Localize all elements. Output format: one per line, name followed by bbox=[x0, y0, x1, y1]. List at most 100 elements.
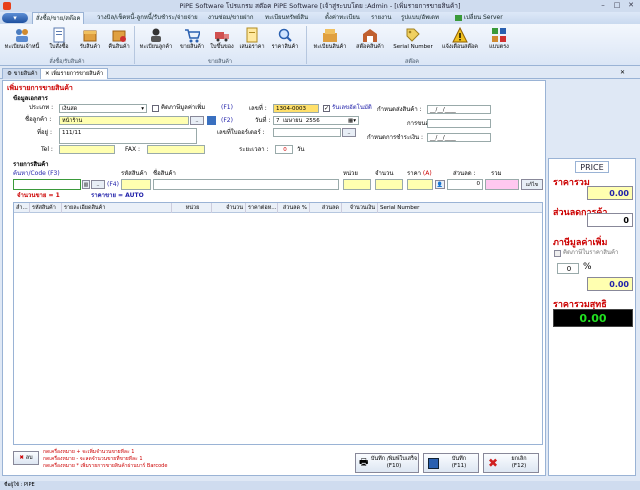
docno-field[interactable]: 1304-0003 bbox=[273, 104, 319, 113]
return-goods-button[interactable]: คืนสินค้า bbox=[105, 25, 133, 51]
menu-tab-server[interactable]: เปลี่ยน Server bbox=[452, 12, 506, 24]
stock-alert-button[interactable]: แจ้งเตือนสต๊อค bbox=[438, 25, 482, 51]
items-table[interactable]: ลำ... รหัสสินค้า รายละเอียดสินค้า หน่วย … bbox=[13, 202, 543, 445]
po-field[interactable] bbox=[273, 128, 341, 137]
table-header: ลำ... รหัสสินค้า รายละเอียดสินค้า หน่วย … bbox=[14, 203, 542, 213]
ship-date-field[interactable]: __/__/____ bbox=[427, 105, 491, 114]
col-header[interactable]: รายละเอียดสินค้า bbox=[62, 203, 172, 213]
price-header: PRICE bbox=[575, 161, 609, 173]
fax-field[interactable] bbox=[147, 145, 205, 154]
menu-tab-billing[interactable]: วางบิล/เช็คหนี้-ลูกหนี้/รับชำระ/จ่ายจ่าย bbox=[94, 12, 201, 24]
customer-add-icon[interactable] bbox=[207, 116, 216, 125]
payment-date-field[interactable]: __/__/____ bbox=[427, 133, 491, 142]
warehouse-icon bbox=[363, 29, 377, 42]
stock-button[interactable]: สต๊อคสินค้า bbox=[352, 25, 388, 51]
menu-tab-update[interactable]: รูปแบบ/อัพเดท bbox=[398, 12, 442, 24]
delete-line-button[interactable]: ✖ ลบ bbox=[13, 451, 39, 465]
discount-field[interactable]: 0 bbox=[447, 179, 483, 190]
sell-goods-button[interactable]: ขายสินค้า bbox=[178, 25, 206, 51]
purchase-order-button[interactable]: ใบสั่งซื้อ bbox=[44, 25, 74, 51]
auto-number-checkbox[interactable]: ✓ bbox=[323, 105, 330, 112]
menu-tab-stock[interactable]: สั่งซื้อ/ขาย/สต๊อค bbox=[32, 12, 85, 24]
save-button[interactable]: บันทึก (F11) bbox=[423, 453, 479, 473]
product-price-button[interactable]: ราคาสินค้า bbox=[268, 25, 302, 51]
tab-add-sale[interactable]: ✕ เพิ่มรายการขายสินค้า bbox=[40, 68, 109, 79]
price-field[interactable] bbox=[407, 179, 433, 190]
return-box-icon bbox=[112, 30, 126, 42]
menu-tab-settings[interactable]: ตั้งค่าทะเบียน bbox=[322, 12, 363, 24]
vat-rate-field[interactable]: 0 bbox=[557, 263, 579, 274]
price-person-icon[interactable]: 👤 bbox=[435, 180, 445, 189]
menu-tab-assets[interactable]: ทะเบียนทรัพย์สิน bbox=[262, 12, 311, 24]
serial-number-button[interactable]: Serial Number bbox=[390, 25, 436, 51]
gear-icon: ⚙ bbox=[7, 71, 12, 77]
product-register-button[interactable]: ทะเบียนสินค้า bbox=[310, 25, 350, 51]
po-lookup-button[interactable]: .. bbox=[342, 128, 356, 137]
shipping-field[interactable] bbox=[427, 119, 491, 128]
col-header[interactable]: รหัสสินค้า bbox=[30, 203, 62, 213]
product-name-field[interactable] bbox=[153, 179, 339, 190]
net-total-value: 0.00 bbox=[553, 309, 633, 327]
code-field[interactable] bbox=[121, 179, 151, 190]
close-document-icon[interactable]: ✕ bbox=[620, 69, 625, 76]
col-header[interactable]: ราคาต่อห... bbox=[246, 203, 278, 213]
search-input[interactable] bbox=[13, 179, 81, 190]
hint-minus: กดเครื่องหมาย - จะลดจำนวนขายที่ขายทีละ 1 bbox=[43, 456, 143, 462]
vat-checkbox[interactable] bbox=[152, 105, 159, 112]
close-tab-icon[interactable]: ✕ bbox=[45, 71, 50, 77]
docno-label: เลขที่ : bbox=[249, 105, 267, 112]
ship-date-label: กำหนดส่งสินค้า : bbox=[377, 106, 422, 113]
col-header[interactable]: จำนวนเงิน bbox=[342, 203, 378, 213]
payment-date-label: กำหนดการชำระเงิน : bbox=[367, 134, 424, 141]
menu-tab-reports[interactable]: รายงาน bbox=[368, 12, 395, 24]
price-mode: ราคาขาย = AUTO bbox=[91, 192, 144, 199]
document-icon bbox=[53, 27, 65, 43]
scan-icon[interactable]: ▥ bbox=[82, 180, 90, 189]
vat-included-checkbox[interactable] bbox=[554, 250, 561, 257]
edit-line-button[interactable]: แก้ไข bbox=[521, 179, 543, 190]
qty-label: จำนวน bbox=[375, 170, 394, 177]
warning-icon bbox=[452, 27, 468, 43]
col-header[interactable]: ลำ... bbox=[14, 203, 30, 213]
status-user: ชื่อผู้ใช้ : PIPE bbox=[4, 482, 35, 488]
tel-field[interactable] bbox=[59, 145, 115, 154]
code-label: รหัสสินค้า bbox=[121, 170, 147, 177]
period-unit: วัน bbox=[297, 146, 305, 153]
col-header[interactable]: หน่วย bbox=[172, 203, 212, 213]
tab-sell-goods[interactable]: ⚙ ขายสินค้า bbox=[2, 68, 43, 79]
unit-label: หน่วย bbox=[343, 170, 358, 177]
menu-tab-repair[interactable]: งานซ่อม/ขายฝาก bbox=[205, 12, 257, 24]
date-picker[interactable]: 7 เมษายน 2556 ▦▾ bbox=[273, 116, 359, 125]
customer-lookup-button[interactable]: .. bbox=[190, 116, 204, 125]
search-lookup-button[interactable]: .. bbox=[91, 180, 105, 189]
col-header[interactable]: ส่วนลด % bbox=[278, 203, 310, 213]
quotation-button[interactable]: เสนอราคา bbox=[238, 25, 266, 51]
product-name-label: ชื่อสินค้า bbox=[153, 170, 176, 177]
type-select[interactable]: เงินสด ▾ bbox=[59, 104, 147, 113]
cancel-button[interactable]: ✖ ยกเลิก (F12) bbox=[483, 453, 539, 473]
creditor-register-button[interactable]: ทะเบียนเจ้าหนี้ bbox=[2, 25, 42, 51]
percent-sign: % bbox=[583, 262, 592, 272]
col-header[interactable]: Serial Number bbox=[378, 203, 542, 213]
calendar-icon[interactable]: ▦▾ bbox=[348, 117, 356, 124]
qty-field[interactable] bbox=[375, 179, 403, 190]
po-label: เลขที่ใบออร์เดอร์ : bbox=[217, 129, 265, 136]
direct-form-button[interactable]: แบบตรง bbox=[484, 25, 514, 51]
customer-register-button[interactable]: ทะเบียนลูกค้า bbox=[136, 25, 176, 51]
receive-goods-button[interactable]: รับสินค้า bbox=[76, 25, 104, 51]
col-header[interactable]: จำนวน bbox=[212, 203, 246, 213]
type-label: ประเภท : bbox=[29, 104, 54, 111]
ribbon-group-sales: ขายสินค้า bbox=[208, 59, 232, 65]
period-field[interactable]: 0 bbox=[275, 145, 293, 154]
trade-discount-field[interactable]: 0 bbox=[587, 213, 633, 227]
maximize-button[interactable]: □ bbox=[610, 0, 624, 11]
delivery-note-button[interactable]: ใบขึ้นของ bbox=[208, 25, 236, 51]
save-print-button[interactable]: 🖶 บันทึก /พิมพ์ใบเสร็จ (F10) bbox=[355, 453, 419, 473]
minimize-button[interactable]: – bbox=[596, 0, 610, 11]
close-window-button[interactable]: ✕ bbox=[624, 0, 638, 11]
address-field[interactable]: 111/11 bbox=[59, 128, 197, 144]
customer-field[interactable]: หน้าร้าน bbox=[59, 116, 189, 125]
app-menu-button[interactable]: ▾ bbox=[2, 13, 28, 23]
unit-field[interactable] bbox=[343, 179, 371, 190]
col-header[interactable]: ส่วนลด bbox=[310, 203, 342, 213]
